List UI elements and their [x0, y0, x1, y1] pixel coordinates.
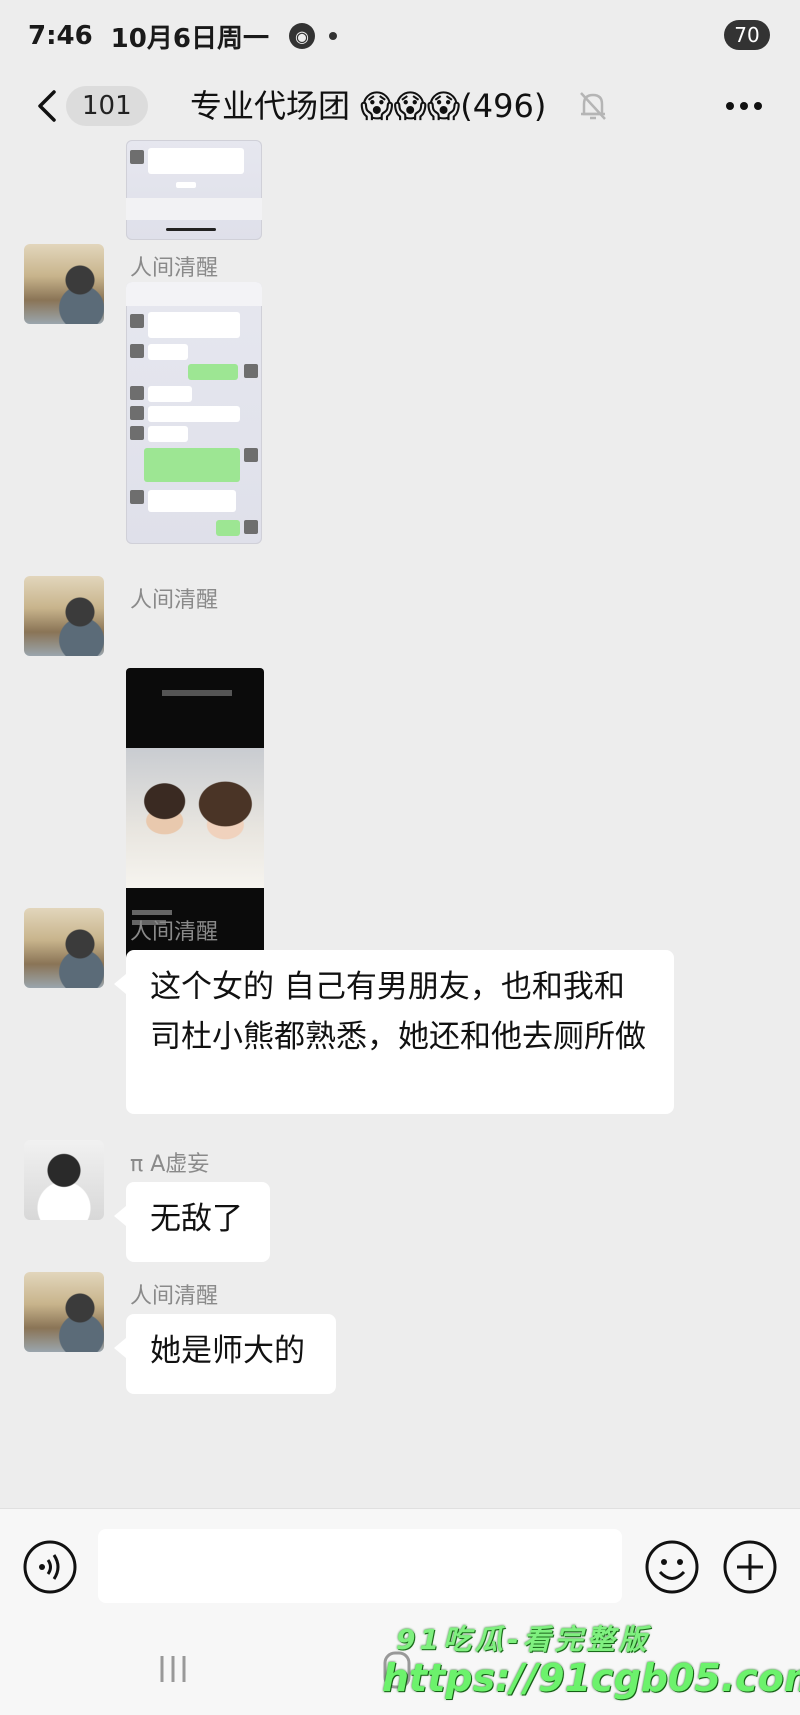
watermark-url: https://91cgb05.com — [382, 1656, 800, 1700]
chat-title: 专业代场团 😱😱😱(496) — [190, 87, 547, 125]
message-bubble[interactable]: 无敌了 — [114, 1182, 270, 1262]
message-list[interactable]: 人间清醒 人间清醒 人间清醒 这个女的 自己有男朋友，也和我和司杜小熊都熟悉，她… — [0, 140, 800, 1508]
sender-name: π A虚妄 — [130, 1152, 210, 1177]
battery-level: 70 — [734, 23, 760, 47]
recent-apps-icon[interactable] — [156, 1652, 190, 1686]
input-bar — [0, 1508, 800, 1625]
mute-bell-icon — [580, 92, 606, 120]
battery-indicator: 70 — [724, 20, 770, 50]
avatar[interactable] — [24, 908, 104, 988]
more-icon[interactable] — [724, 100, 764, 112]
message-bubble[interactable]: 她是师大的 — [114, 1314, 336, 1394]
watermark-text: 91吃瓜-看完整版 — [396, 1623, 651, 1656]
message-input[interactable] — [98, 1529, 622, 1603]
unread-count-badge[interactable]: 101 — [66, 86, 148, 126]
dot-icon — [328, 32, 337, 40]
sender-name: 人间清醒 — [130, 1284, 219, 1309]
avatar[interactable] — [24, 244, 104, 324]
avatar[interactable] — [24, 576, 104, 656]
plus-icon[interactable] — [722, 1539, 778, 1595]
avatar[interactable] — [24, 1140, 104, 1220]
avatar[interactable] — [24, 1272, 104, 1352]
chat-header: 101 专业代场团 😱😱😱(496) — [0, 72, 800, 140]
sender-name: 人间清醒 — [130, 588, 219, 613]
voice-icon[interactable] — [22, 1539, 78, 1595]
sender-name: 人间清醒 — [130, 256, 219, 281]
sender-name: 人间清醒 — [130, 920, 219, 945]
message-bubble[interactable]: 这个女的 自己有男朋友，也和我和司杜小熊都熟悉，她还和他去厕所做 — [114, 950, 674, 1114]
back-icon[interactable] — [30, 88, 66, 124]
status-time: 7:46 — [28, 21, 93, 51]
notification-icon: ◉ — [288, 23, 315, 49]
chat-screenshot-image[interactable] — [126, 282, 262, 544]
chat-image-partial[interactable] — [126, 140, 262, 240]
status-bar: 7:46 10月6日周一 ◉ — [0, 0, 800, 72]
emoji-icon[interactable] — [644, 1539, 700, 1595]
status-date: 10月6日周一 — [110, 23, 269, 54]
couple-photo — [126, 748, 264, 888]
